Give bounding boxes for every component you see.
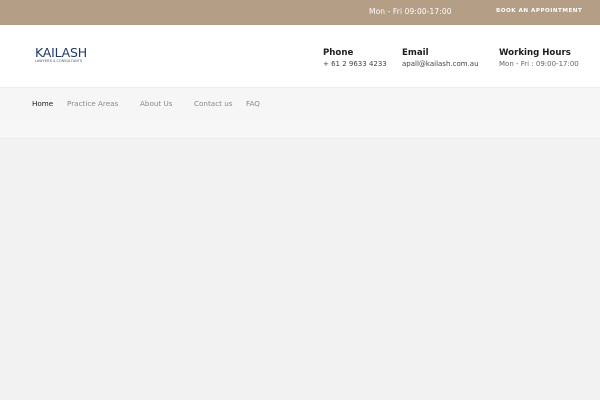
nav-item-practice-areas[interactable]: Practice Areas — [67, 99, 118, 108]
working-hours-info: Working Hours Mon - Fri : 09:00-17:00 — [499, 48, 579, 69]
book-appointment-button[interactable]: BOOK AN APPOINTMENT — [496, 8, 582, 14]
logo[interactable]: KAILASH LAWYERS & CONSULTANTS — [35, 46, 87, 63]
nav-item-faq[interactable]: FAQ — [246, 99, 260, 108]
email-value[interactable]: apall@kailash.com.au — [402, 60, 479, 69]
phone-label: Phone — [323, 48, 354, 58]
site-header: KAILASH LAWYERS & CONSULTANTS Phone + 61… — [0, 25, 600, 87]
topbar-hours: Mon - Fri 09:00-17:00 — [369, 7, 452, 16]
phone-value[interactable]: + 61 2 9633 4233 — [323, 60, 387, 69]
nav-item-about-us[interactable]: About Us — [140, 99, 173, 108]
main-content — [0, 120, 600, 400]
logo-tagline: LAWYERS & CONSULTANTS — [35, 59, 83, 63]
content-divider-band — [0, 120, 600, 139]
working-hours-value: Mon - Fri : 09:00-17:00 — [499, 60, 579, 68]
working-hours-label: Working Hours — [499, 48, 571, 58]
email-label: Email — [402, 48, 429, 58]
nav-item-contact-us[interactable]: Contact us — [194, 99, 233, 108]
logo-name: KAILASH — [35, 45, 87, 60]
email-info: Email apall@kailash.com.au — [402, 48, 479, 69]
top-bar: Mon - Fri 09:00-17:00 BOOK AN APPOINTMEN… — [0, 0, 600, 25]
nav-item-home[interactable]: Home — [32, 99, 53, 108]
main-nav: Home Practice Areas About Us Contact us … — [0, 87, 600, 120]
phone-info: Phone + 61 2 9633 4233 — [323, 48, 387, 69]
